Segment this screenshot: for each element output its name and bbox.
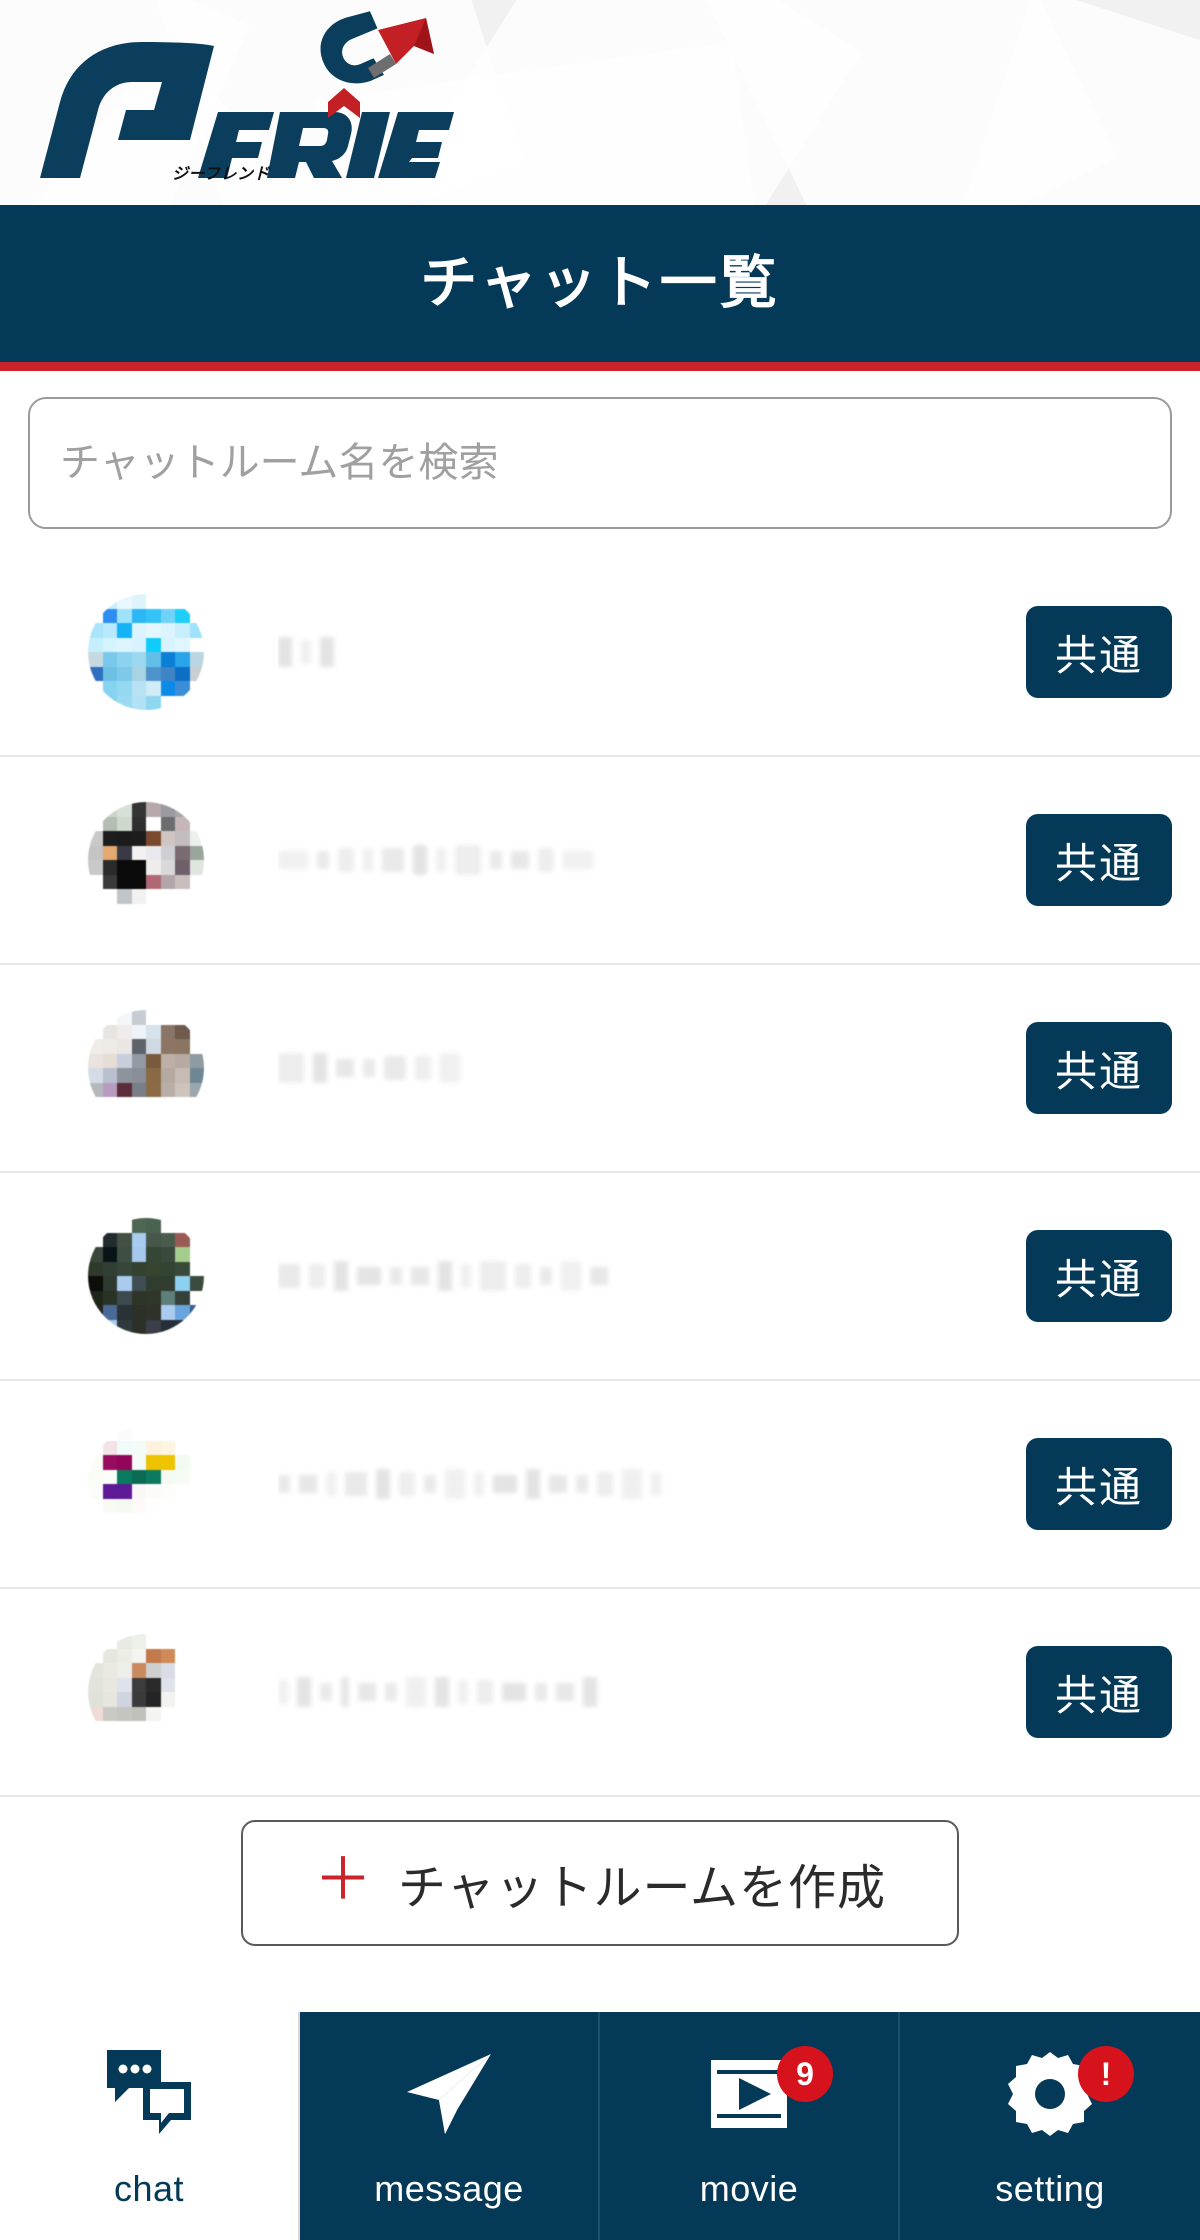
nav-label-movie: movie — [699, 2168, 799, 2209]
nav-label-chat: chat — [113, 2168, 185, 2209]
create-chat-room-button[interactable]: ＋ チャットルームを作成 — [241, 1820, 959, 1946]
nav-item-movie[interactable]: movie 9 — [600, 2012, 900, 2240]
chat-bubbles-icon — [97, 2042, 201, 2146]
chat-room-avatar — [88, 1010, 204, 1126]
search-area — [0, 371, 1200, 549]
chat-room-list: 共通 共通 共通 共通 共通 共通 — [0, 549, 1200, 1797]
chat-room-row[interactable]: 共通 — [0, 549, 1200, 757]
chat-room-avatar — [88, 594, 204, 710]
chat-room-type-badge: 共通 — [1026, 1438, 1172, 1530]
chat-room-type-badge: 共通 — [1026, 1646, 1172, 1738]
chat-room-name — [278, 1047, 1002, 1089]
chat-room-row[interactable]: 共通 — [0, 1173, 1200, 1381]
chat-room-avatar — [88, 1634, 204, 1750]
chat-room-type-badge: 共通 — [1026, 1230, 1172, 1322]
chat-room-type-badge: 共通 — [1026, 1022, 1172, 1114]
logo-subtitle: ジーフレンド — [172, 166, 271, 183]
brand-header: ジーフレンド — [0, 0, 1200, 205]
page-title-bar: チャット一覧 — [0, 205, 1200, 362]
plus-icon: ＋ — [313, 1847, 372, 1912]
chat-room-name — [278, 1671, 1002, 1713]
chat-room-row[interactable]: 共通 — [0, 965, 1200, 1173]
nav-label-setting: setting — [995, 2168, 1105, 2209]
page-title: チャット一覧 — [420, 251, 780, 315]
chat-room-row[interactable]: 共通 — [0, 1589, 1200, 1797]
chat-room-name — [278, 839, 1002, 881]
chat-room-row[interactable]: 共通 — [0, 757, 1200, 965]
chat-room-name — [278, 1255, 1002, 1297]
bottom-navigation: chat message movie 9 setting! — [0, 2012, 1200, 2240]
chat-room-name — [278, 1463, 1002, 1505]
search-input[interactable] — [28, 397, 1172, 529]
chat-room-avatar — [88, 802, 204, 918]
chat-room-type-badge: 共通 — [1026, 814, 1172, 906]
chat-room-type-badge: 共通 — [1026, 606, 1172, 698]
chat-room-row[interactable]: 共通 — [0, 1381, 1200, 1589]
chat-list-screen: ジーフレンド チャット一覧 共通共通共通共通共通共通 ＋ チャットルームを作成 … — [0, 0, 1200, 2240]
nav-item-chat[interactable]: chat — [0, 2012, 300, 2240]
nav-item-setting[interactable]: setting! — [900, 2012, 1200, 2240]
nav-badge-setting: ! — [1078, 2046, 1134, 2102]
create-room-area: ＋ チャットルームを作成 — [0, 1820, 1200, 1946]
nav-label-message: message — [374, 2168, 524, 2209]
nav-badge-movie: 9 — [777, 2046, 833, 2102]
nav-item-message[interactable]: message — [300, 2012, 600, 2240]
chat-room-name — [278, 631, 1002, 673]
chat-room-avatar — [88, 1218, 204, 1334]
chat-room-avatar — [88, 1426, 204, 1542]
accent-divider — [0, 362, 1200, 371]
paper-plane-icon — [397, 2042, 501, 2146]
create-chat-room-label: チャットルームを作成 — [397, 1862, 887, 1915]
